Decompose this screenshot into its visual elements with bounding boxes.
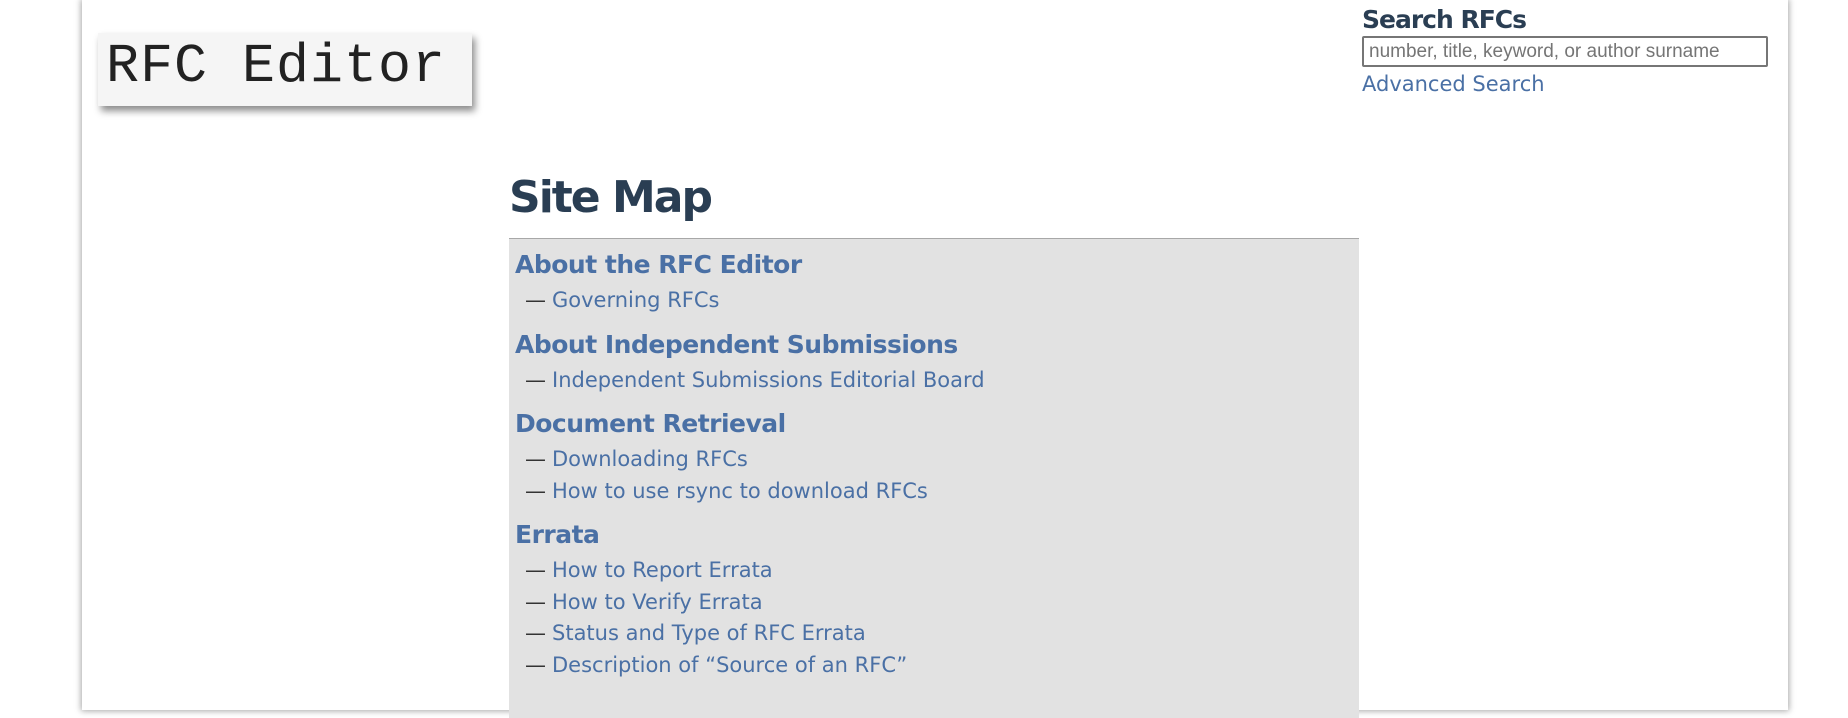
dash-marker: — <box>525 478 546 503</box>
list-item: — Downloading RFCs <box>525 444 1359 476</box>
dash-marker: — <box>525 367 546 392</box>
dash-marker: — <box>525 447 546 471</box>
dash-marker: — <box>525 288 546 312</box>
sitemap-section-errata[interactable]: Errata <box>515 519 1359 551</box>
list-item: — How to Report Errata <box>525 555 1359 587</box>
list-item: — How to Verify Errata <box>525 587 1359 619</box>
list-item: — Independent Submissions Editorial Board <box>525 365 1359 397</box>
link-rsync-download[interactable]: How to use rsync to download RFCs <box>552 479 928 503</box>
link-source-of-rfc[interactable]: Description of “Source of an RFC” <box>552 653 907 677</box>
sitemap-sublist: — Downloading RFCs — How to use rsync to d… <box>525 444 1359 507</box>
sitemap-sublist: — Independent Submissions Editorial Board <box>525 365 1359 397</box>
list-item: — Governing RFCs <box>525 285 1359 317</box>
link-editorial-board[interactable]: Independent Submissions Editorial Board <box>552 368 985 392</box>
dash-marker: — <box>525 652 546 677</box>
search-input[interactable] <box>1362 36 1768 67</box>
link-verify-errata[interactable]: How to Verify Errata <box>552 590 763 614</box>
page-container: RFC Editor Search RFCs Advanced Search S… <box>82 0 1788 718</box>
sitemap-sublist: — Governing RFCs <box>525 285 1359 317</box>
sitemap-sublist: — How to Report Errata — How to Verify Err… <box>525 555 1359 681</box>
list-item: — How to use rsync to download RFCs <box>525 476 1359 508</box>
dash-marker: — <box>525 558 546 582</box>
sitemap-section-independent-submissions[interactable]: About Independent Submissions <box>515 329 1359 361</box>
page-title: Site Map <box>509 172 713 223</box>
list-item: — Status and Type of RFC Errata <box>525 618 1359 650</box>
search-title: Search RFCs <box>1362 5 1527 34</box>
dash-marker: — <box>525 621 546 645</box>
link-governing-rfcs[interactable]: Governing RFCs <box>552 288 719 312</box>
rfc-editor-logo[interactable]: RFC Editor <box>98 33 472 106</box>
sitemap-section-about-rfc-editor[interactable]: About the RFC Editor <box>515 249 1359 281</box>
link-downloading-rfcs[interactable]: Downloading RFCs <box>552 447 748 471</box>
list-item: — Description of “Source of an RFC” <box>525 650 1359 682</box>
search-panel: Search RFCs Advanced Search <box>1362 4 1772 99</box>
link-report-errata[interactable]: How to Report Errata <box>552 558 773 582</box>
sitemap-panel: About the RFC Editor — Governing RFCs Abo… <box>509 238 1359 718</box>
dash-marker: — <box>525 589 546 614</box>
sitemap-section-document-retrieval[interactable]: Document Retrieval <box>515 408 1359 440</box>
link-errata-status-type[interactable]: Status and Type of RFC Errata <box>552 621 866 645</box>
advanced-search-link[interactable]: Advanced Search <box>1362 69 1545 99</box>
